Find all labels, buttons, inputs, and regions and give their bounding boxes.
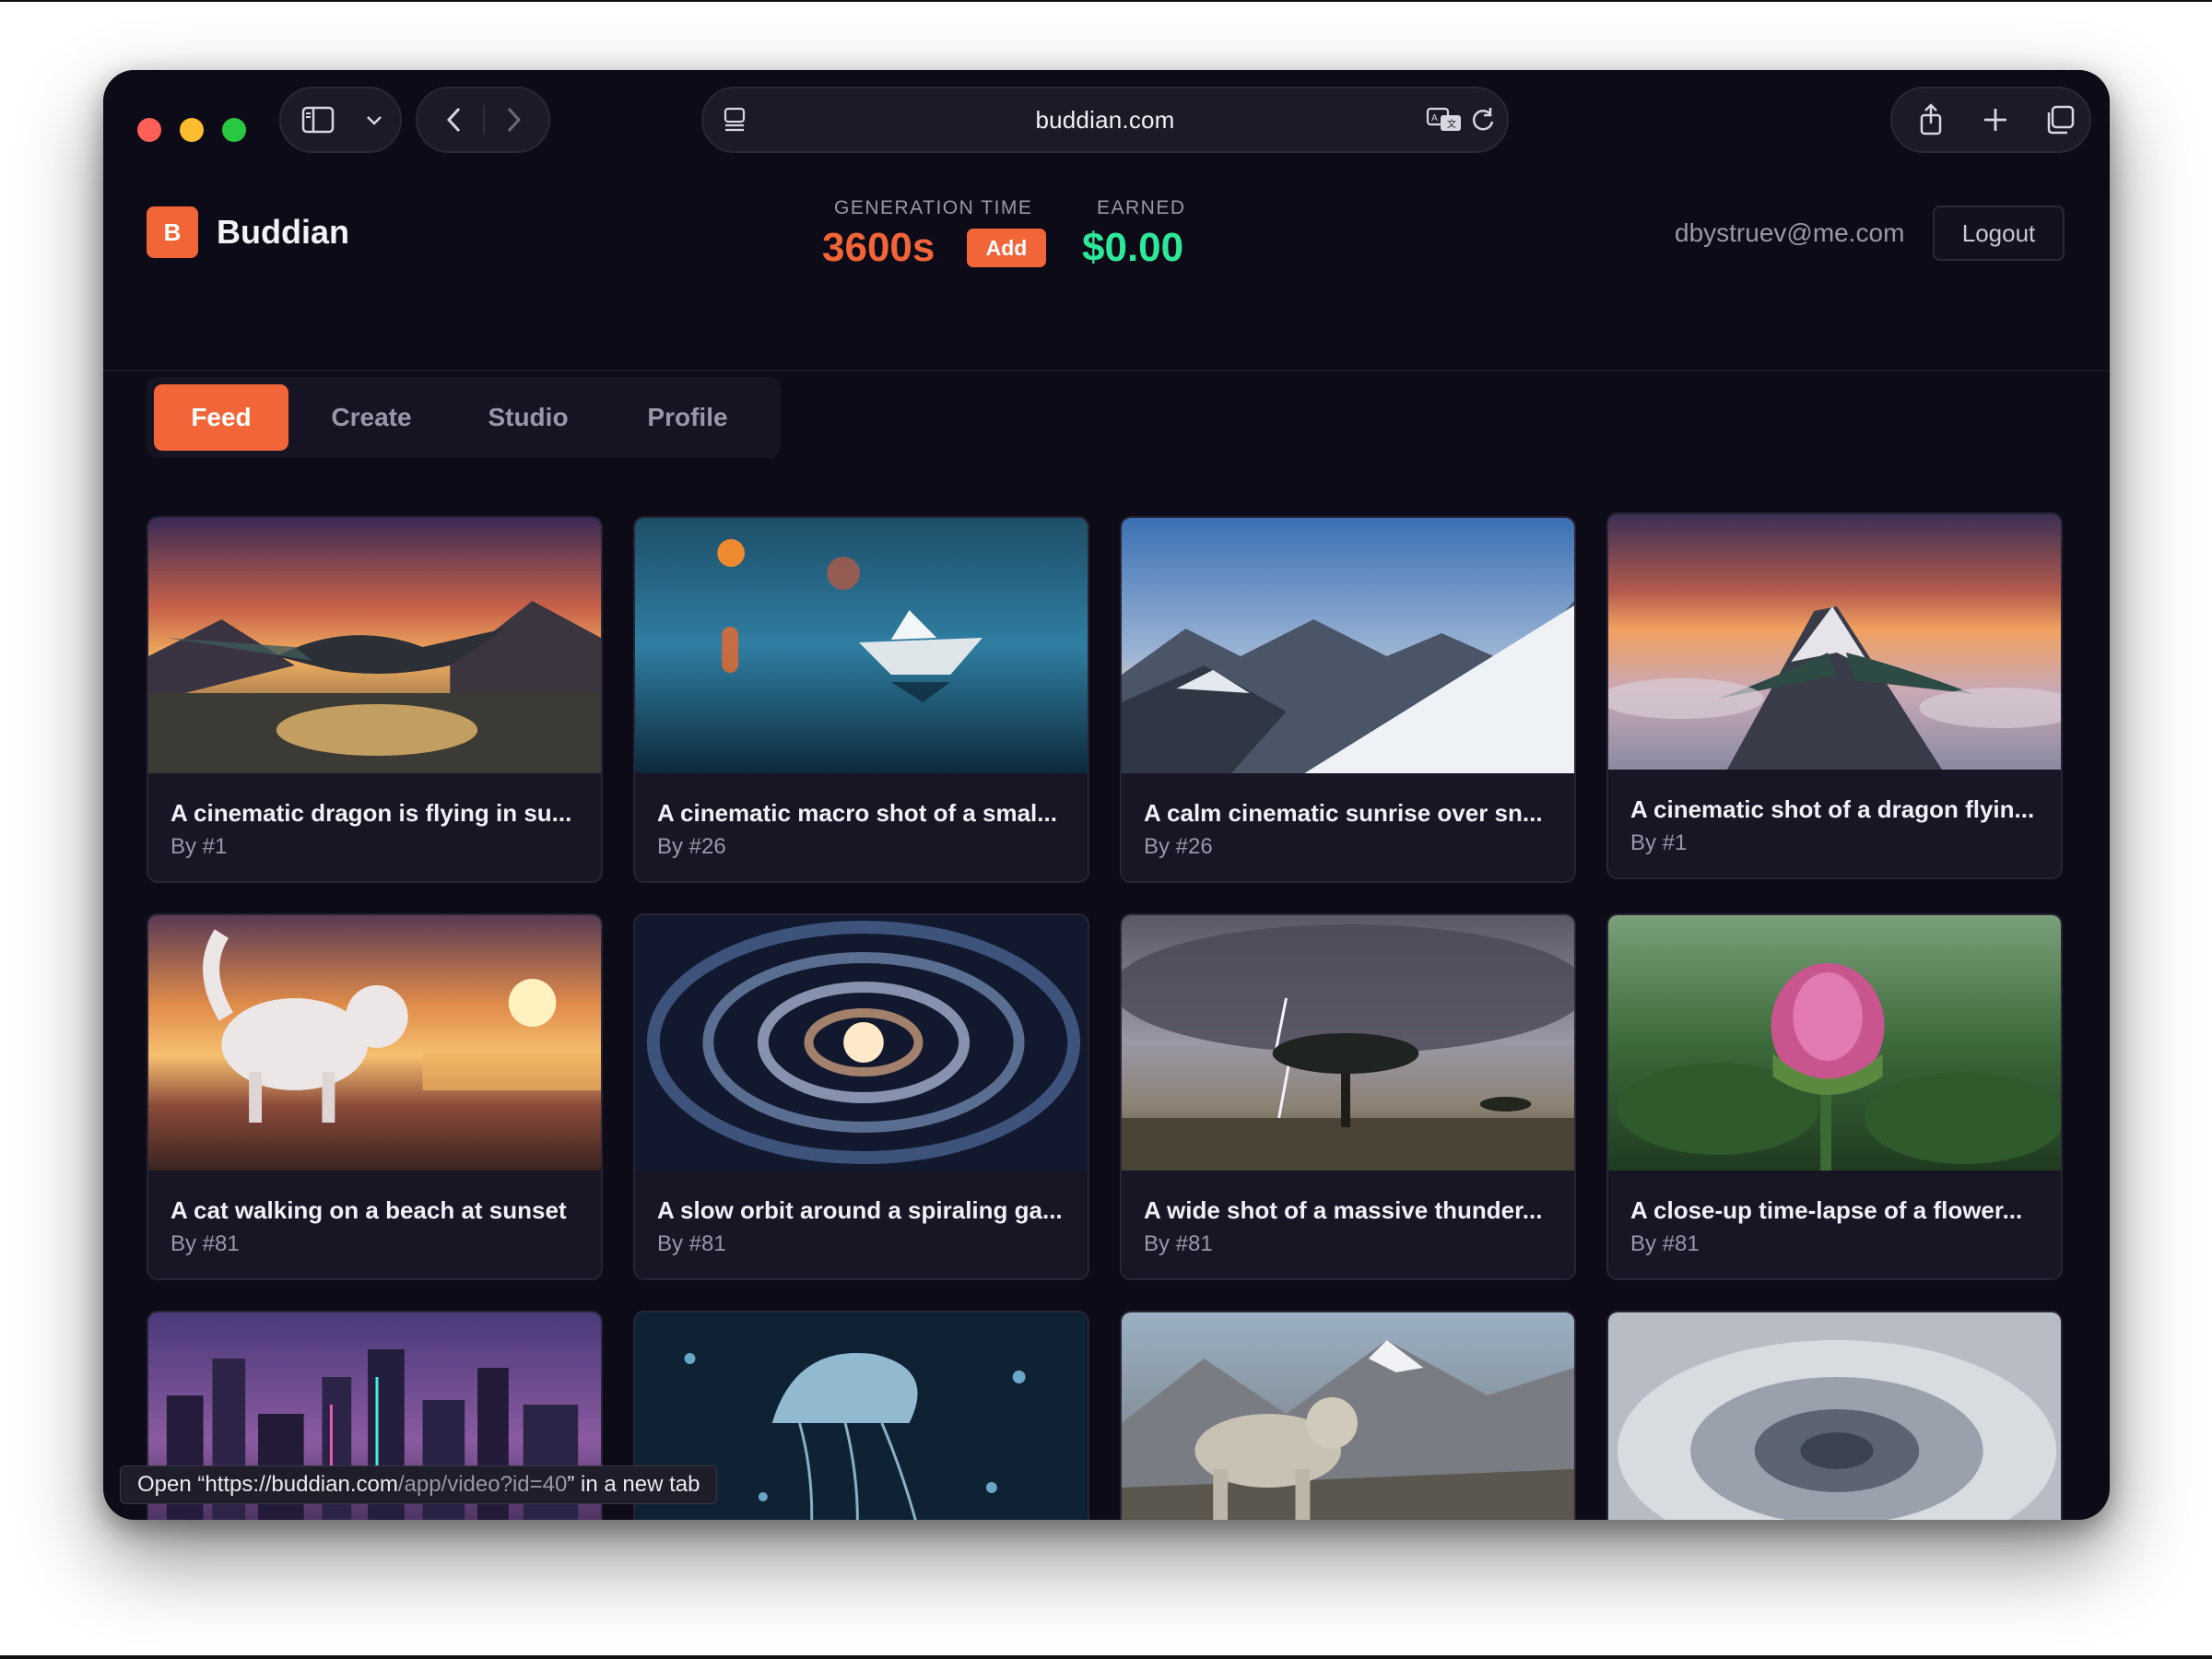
tab-overview-icon[interactable]	[2032, 88, 2088, 151]
earned-value: $0.00	[1082, 225, 1184, 270]
video-card[interactable]	[1120, 1311, 1576, 1520]
video-thumbnail-cloud-vortex[interactable]	[1608, 1312, 2061, 1520]
share-icon[interactable]	[1903, 88, 1959, 151]
sidebar-icon[interactable]	[288, 88, 347, 151]
page-top-border	[0, 0, 2212, 2]
status-tip-prefix: Open “https://buddian.com	[137, 1472, 398, 1497]
status-tip-suffix: ” in a new tab	[567, 1472, 700, 1497]
reload-icon[interactable]	[1463, 88, 1503, 151]
history-nav-group	[416, 87, 550, 153]
svg-text:A: A	[1431, 113, 1438, 124]
video-title: A cat walking on a beach at sunset	[171, 1196, 567, 1224]
video-thumbnail-galaxy[interactable]	[635, 915, 1088, 1171]
chevron-down-icon[interactable]	[353, 88, 395, 151]
close-window-button[interactable]	[137, 118, 161, 142]
video-thumbnail-cat-beach[interactable]	[148, 915, 601, 1171]
app-name[interactable]: Buddian	[217, 212, 349, 253]
video-card[interactable]: A cat walking on a beach at sunset By #8…	[147, 913, 603, 1280]
video-title: A close-up time-lapse of a flower...	[1630, 1196, 2023, 1224]
video-thumbnail-dragon-sunset[interactable]	[148, 518, 601, 773]
generation-time-label: GENERATION TIME	[834, 197, 1033, 218]
new-tab-plus-icon[interactable]	[1968, 88, 2023, 151]
generation-time-value: 3600s	[822, 225, 935, 270]
browser-toolbar: buddian.com A文	[103, 70, 2110, 181]
logout-button[interactable]: Logout	[1933, 206, 2065, 261]
nav-divider	[483, 105, 485, 135]
earned-label: EARNED	[1097, 197, 1186, 218]
url-text: buddian.com	[1035, 105, 1175, 134]
browser-actions-group	[1890, 87, 2091, 153]
video-thumbnail-dragon-peak[interactable]	[1608, 514, 2061, 770]
tab-create[interactable]: Create	[303, 384, 440, 451]
video-card[interactable]	[1606, 1311, 2063, 1520]
video-card[interactable]: A slow orbit around a spiraling ga... By…	[633, 913, 1089, 1280]
translate-icon[interactable]: A文	[1424, 88, 1465, 151]
video-thumbnail-snow-leopard[interactable]	[1122, 1312, 1574, 1520]
video-title: A cinematic dragon is flying in su...	[171, 799, 572, 827]
video-title: A calm cinematic sunrise over sn...	[1144, 799, 1543, 827]
video-author: By #81	[1630, 1231, 1700, 1256]
video-card[interactable]: A close-up time-lapse of a flower... By …	[1606, 913, 2063, 1280]
minimize-window-button[interactable]	[180, 118, 204, 142]
tab-studio[interactable]: Studio	[460, 384, 596, 451]
zoom-window-button[interactable]	[222, 118, 246, 142]
video-card[interactable]: A calm cinematic sunrise over sn... By #…	[1120, 516, 1576, 883]
link-preview-status: Open “https://buddian.com/app/video?id=4…	[120, 1465, 718, 1504]
video-author: By #26	[1144, 834, 1213, 859]
video-thumbnail-flower[interactable]	[1608, 915, 2061, 1171]
tab-profile[interactable]: Profile	[619, 384, 756, 451]
back-arrow-icon[interactable]	[427, 88, 482, 151]
add-time-button[interactable]: Add	[967, 229, 1046, 267]
video-thumbnail-snowy-mountains[interactable]	[1122, 518, 1574, 773]
video-title: A wide shot of a massive thunder...	[1144, 1196, 1543, 1224]
video-thumbnail-thunderstorm[interactable]	[1122, 915, 1574, 1171]
video-author: By #1	[171, 834, 228, 859]
video-thumbnail-paper-boat[interactable]	[635, 518, 1088, 773]
video-author: By #81	[657, 1231, 726, 1256]
video-title: A cinematic shot of a dragon flyin...	[1630, 795, 2035, 823]
video-author: By #26	[657, 834, 726, 859]
video-title: A cinematic macro shot of a smal...	[657, 799, 1057, 827]
address-bar[interactable]: buddian.com A文	[701, 87, 1509, 153]
forward-arrow-icon[interactable]	[486, 88, 541, 151]
video-author: By #81	[1144, 1231, 1213, 1256]
video-title: A slow orbit around a spiraling ga...	[657, 1196, 1063, 1224]
sidebar-toggle-group	[279, 87, 402, 153]
video-card[interactable]: A cinematic macro shot of a smal... By #…	[633, 516, 1089, 883]
app-logo[interactable]: B	[147, 206, 198, 258]
main-tabs: Feed Create Studio Profile	[147, 377, 781, 458]
video-card[interactable]: A cinematic shot of a dragon flyin... By…	[1606, 512, 2063, 879]
svg-text:文: 文	[1447, 118, 1456, 130]
video-author: By #81	[171, 1231, 240, 1256]
tab-feed[interactable]: Feed	[154, 384, 288, 451]
page-bottom-border	[0, 1655, 2212, 1659]
video-author: By #1	[1630, 830, 1688, 855]
user-email: dbystruev@me.com	[1675, 218, 1905, 247]
video-card[interactable]: A wide shot of a massive thunder... By #…	[1120, 913, 1576, 1280]
status-tip-path: /app/video?id=40	[397, 1472, 568, 1497]
browser-window: buddian.com A文 B Buddian GENERATION TIME…	[103, 70, 2110, 1520]
video-card[interactable]: A cinematic dragon is flying in su... By…	[147, 516, 603, 883]
